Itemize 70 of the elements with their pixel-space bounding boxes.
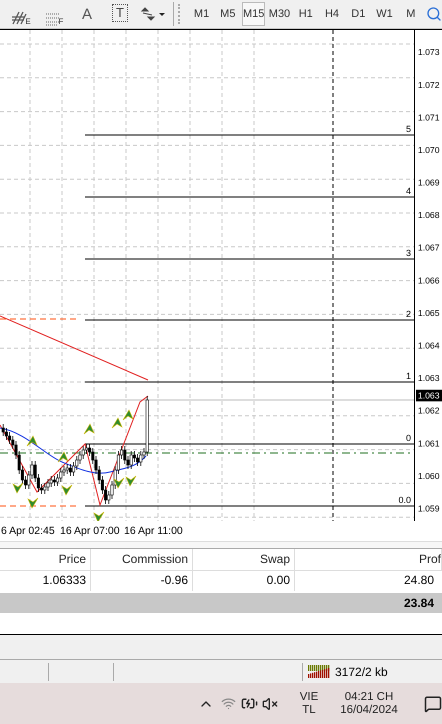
- fibonacci-level-label: 4: [406, 186, 411, 196]
- fibonacci-level-label: 3: [406, 248, 411, 258]
- buy-arrow: [122, 409, 134, 420]
- price-label: 1.070: [418, 144, 440, 155]
- clock[interactable]: VIE 04:21 CH TL 16/04/2024: [294, 691, 414, 716]
- fibonacci-level-label: 2: [406, 309, 411, 319]
- price-label: 1.065: [418, 308, 440, 318]
- buy-arrow: [84, 423, 95, 434]
- fibonacci-level-label: 0: [406, 433, 411, 443]
- timeframe-tab[interactable]: H1: [294, 2, 318, 26]
- buy-arrow: [112, 417, 123, 428]
- text-label-tool-button[interactable]: T: [105, 2, 135, 26]
- price-label: 1.067: [418, 242, 440, 253]
- table-cell: 0.00: [193, 570, 295, 591]
- day-label: VIE: [298, 691, 320, 703]
- price-label: 1.061: [418, 438, 440, 448]
- table-cell: -0.96: [91, 570, 193, 591]
- table-cell: 1.06333: [0, 570, 91, 591]
- sell-arrow: [27, 498, 38, 509]
- current-price-marker: 1.063: [416, 390, 442, 402]
- price-label: 1.066: [418, 275, 440, 286]
- timeframe-tab[interactable]: M30: [267, 2, 292, 26]
- channel-tool-button[interactable]: E: [6, 2, 36, 26]
- text-tool-button[interactable]: A: [72, 2, 102, 26]
- price-label: 1.060: [418, 470, 440, 481]
- price-label: 1.062: [418, 406, 440, 416]
- timeframe-tab[interactable]: M15: [242, 2, 266, 26]
- timeframe-tab[interactable]: M5: [216, 2, 240, 26]
- column-header[interactable]: Prof: [295, 549, 442, 571]
- search-icon[interactable]: [426, 6, 442, 22]
- price-label: 1.069: [418, 178, 440, 188]
- timeframe-tab[interactable]: H4: [320, 2, 344, 26]
- price-label: 1.072: [418, 80, 440, 90]
- sell-arrow: [61, 484, 72, 496]
- column-header[interactable]: Swap: [193, 549, 295, 571]
- column-header[interactable]: Commission: [91, 549, 193, 571]
- buy-arrow: [26, 435, 38, 446]
- fibonacci-level-label: 0.0: [398, 495, 411, 505]
- total-profit: 23.84: [404, 596, 434, 610]
- fibonacci-level-label: 1: [406, 371, 411, 381]
- time-label: 16 Apr 07:00: [59, 525, 121, 537]
- connection-bars-icon: [308, 665, 331, 678]
- fibonacci-level-label: 5: [406, 124, 411, 134]
- arrows-icon: [140, 7, 166, 21]
- buy-arrow: [58, 451, 69, 462]
- price-label: 1.063: [418, 373, 440, 384]
- sell-arrow: [113, 478, 124, 489]
- dotted-lines-icon: [44, 12, 61, 26]
- sell-arrow: [93, 512, 104, 521]
- timeframe-tab[interactable]: M: [398, 2, 423, 26]
- price-label: 1.068: [418, 210, 440, 220]
- column-header[interactable]: Price: [0, 549, 91, 571]
- time-label: 6 Apr 02:45: [0, 525, 56, 537]
- timeframe-tab[interactable]: M1: [189, 2, 214, 26]
- traffic-counter: 3172/2 kb: [335, 664, 388, 678]
- month-label: TL: [301, 704, 317, 716]
- sell-arrow: [125, 476, 136, 487]
- price-label: 1.073: [418, 47, 440, 58]
- table-cell-text: 24.80: [402, 572, 435, 589]
- price-label: 1.064: [418, 340, 440, 350]
- time-label: 16 Apr 11:00: [123, 525, 184, 537]
- date-label: 16/04/2024: [339, 704, 399, 716]
- timeframe-tab[interactable]: W1: [372, 2, 397, 26]
- price-label: 1.071: [418, 112, 440, 122]
- time-label: 04:21 CH: [344, 691, 394, 703]
- fibonacci-tool-button[interactable]: F: [39, 2, 69, 26]
- timeframe-tab[interactable]: D1: [346, 2, 370, 26]
- hatched-lines-icon: [11, 10, 28, 26]
- price-label: 1.059: [418, 503, 440, 514]
- sell-arrow: [12, 482, 24, 494]
